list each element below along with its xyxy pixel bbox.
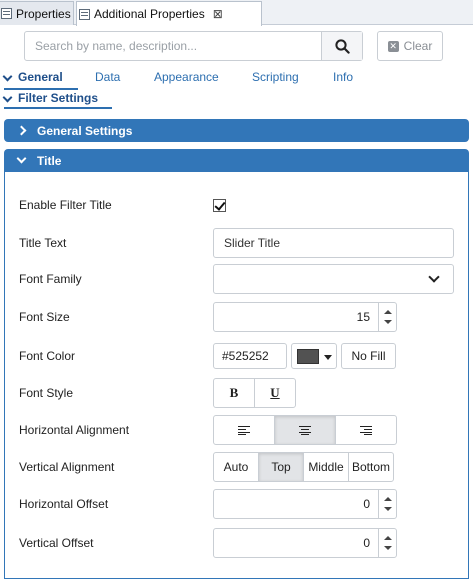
chevron-down-icon bbox=[16, 153, 27, 164]
section-general-settings[interactable]: General Settings bbox=[4, 119, 469, 142]
search-button[interactable] bbox=[321, 32, 362, 60]
category-tabs: General Data Appearance Scripting Info bbox=[0, 70, 473, 88]
properties-icon bbox=[1, 8, 12, 19]
horizontal-offset-stepper[interactable]: 0 bbox=[213, 489, 397, 519]
section-label: General Settings bbox=[37, 123, 133, 138]
row-vertical-offset: Vertical Offset 0 bbox=[5, 528, 470, 558]
chevron-down-icon bbox=[428, 271, 440, 283]
vertical-offset-label: Vertical Offset bbox=[19, 536, 94, 550]
enable-filter-title-label: Enable Filter Title bbox=[19, 198, 112, 212]
color-swatch bbox=[297, 349, 319, 364]
tab-label: Properties bbox=[16, 6, 71, 21]
row-enable-filter-title: Enable Filter Title bbox=[5, 190, 470, 220]
row-horizontal-offset: Horizontal Offset 0 bbox=[5, 489, 470, 519]
chevron-down-icon bbox=[2, 71, 13, 82]
section-label: Title bbox=[37, 153, 62, 168]
vertical-alignment-group: Auto Top Middle Bottom bbox=[213, 452, 394, 482]
title-text-input[interactable]: Slider Title bbox=[213, 228, 454, 258]
row-font-style: Font Style B U bbox=[5, 378, 470, 408]
font-size-stepper[interactable]: 15 bbox=[213, 302, 397, 332]
stepper-down-icon[interactable] bbox=[384, 320, 392, 324]
clear-button[interactable]: ✕ Clear bbox=[377, 31, 443, 61]
font-size-label: Font Size bbox=[19, 310, 70, 324]
vertical-alignment-label: Vertical Alignment bbox=[19, 460, 115, 474]
tab-data[interactable]: Data bbox=[95, 70, 120, 84]
row-horizontal-alignment: Horizontal Alignment bbox=[5, 415, 470, 445]
stepper-up-icon[interactable] bbox=[384, 310, 392, 314]
tab-properties[interactable]: Properties bbox=[0, 1, 74, 25]
tab-additional-properties[interactable]: Additional Properties ⊠ bbox=[76, 1, 262, 26]
tab-label: Additional Properties bbox=[94, 7, 205, 21]
align-right-icon bbox=[360, 425, 372, 435]
horizontal-alignment-group bbox=[213, 415, 397, 445]
clear-x-icon: ✕ bbox=[387, 40, 399, 52]
vertical-offset-stepper[interactable]: 0 bbox=[213, 528, 397, 558]
stepper-down-icon[interactable] bbox=[384, 546, 392, 550]
font-size-value: 15 bbox=[356, 310, 370, 324]
valign-bottom-button[interactable]: Bottom bbox=[348, 452, 394, 482]
enable-filter-title-checkbox[interactable] bbox=[213, 199, 226, 212]
horizontal-offset-label: Horizontal Offset bbox=[19, 497, 109, 511]
clear-label: Clear bbox=[403, 39, 433, 53]
tab-general[interactable]: General bbox=[0, 70, 63, 84]
chevron-right-icon bbox=[16, 125, 27, 136]
title-text-label: Title Text bbox=[19, 236, 67, 250]
vertical-offset-value: 0 bbox=[363, 536, 370, 550]
align-right-button[interactable] bbox=[335, 415, 397, 445]
search-box bbox=[24, 31, 363, 61]
font-style-group: B U bbox=[213, 378, 296, 408]
search-icon bbox=[334, 38, 350, 54]
stepper-up-icon[interactable] bbox=[384, 497, 392, 501]
tab-info[interactable]: Info bbox=[333, 70, 353, 84]
valign-auto-button[interactable]: Auto bbox=[213, 452, 259, 482]
valign-middle-button[interactable]: Middle bbox=[303, 452, 349, 482]
align-left-button[interactable] bbox=[213, 415, 275, 445]
align-center-icon bbox=[299, 425, 311, 435]
row-vertical-alignment: Vertical Alignment Auto Top Middle Botto… bbox=[5, 452, 470, 482]
font-family-label: Font Family bbox=[19, 272, 82, 286]
tab-scripting[interactable]: Scripting bbox=[252, 70, 299, 84]
caret-down-icon bbox=[324, 355, 332, 360]
valign-top-button[interactable]: Top bbox=[258, 452, 304, 482]
properties-icon bbox=[79, 8, 90, 20]
bold-button[interactable]: B bbox=[213, 378, 255, 408]
tab-appearance[interactable]: Appearance bbox=[154, 70, 219, 84]
row-title-text: Title Text Slider Title bbox=[5, 228, 470, 258]
stepper-down-icon[interactable] bbox=[384, 507, 392, 511]
font-color-input[interactable]: #525252 bbox=[213, 343, 287, 369]
row-font-family: Font Family bbox=[5, 264, 470, 294]
group-underline bbox=[4, 107, 112, 109]
close-icon[interactable]: ⊠ bbox=[213, 7, 223, 21]
underline-button[interactable]: U bbox=[254, 378, 296, 408]
active-tab-underline bbox=[4, 88, 78, 90]
row-font-color: Font Color #525252 No Fill bbox=[5, 341, 470, 371]
tab-general-label: General bbox=[18, 70, 63, 84]
font-family-select[interactable] bbox=[213, 264, 454, 294]
align-center-button[interactable] bbox=[274, 415, 336, 445]
font-style-label: Font Style bbox=[19, 386, 74, 400]
font-color-picker[interactable] bbox=[291, 343, 337, 369]
row-font-size: Font Size 15 bbox=[5, 302, 470, 332]
align-left-icon bbox=[238, 425, 250, 435]
section-title[interactable]: Title bbox=[4, 149, 469, 172]
editor-tab-bar: Properties Additional Properties ⊠ bbox=[0, 0, 473, 26]
title-section-panel: Enable Filter Title Title Text Slider Ti… bbox=[4, 172, 469, 579]
font-color-label: Font Color bbox=[19, 349, 76, 363]
search-input[interactable] bbox=[25, 32, 321, 60]
horizontal-offset-value: 0 bbox=[363, 497, 370, 511]
stepper-up-icon[interactable] bbox=[384, 536, 392, 540]
filter-settings-label: Filter Settings bbox=[18, 91, 99, 105]
no-fill-button[interactable]: No Fill bbox=[341, 343, 396, 369]
chevron-down-icon bbox=[2, 92, 13, 103]
horizontal-alignment-label: Horizontal Alignment bbox=[19, 423, 130, 437]
